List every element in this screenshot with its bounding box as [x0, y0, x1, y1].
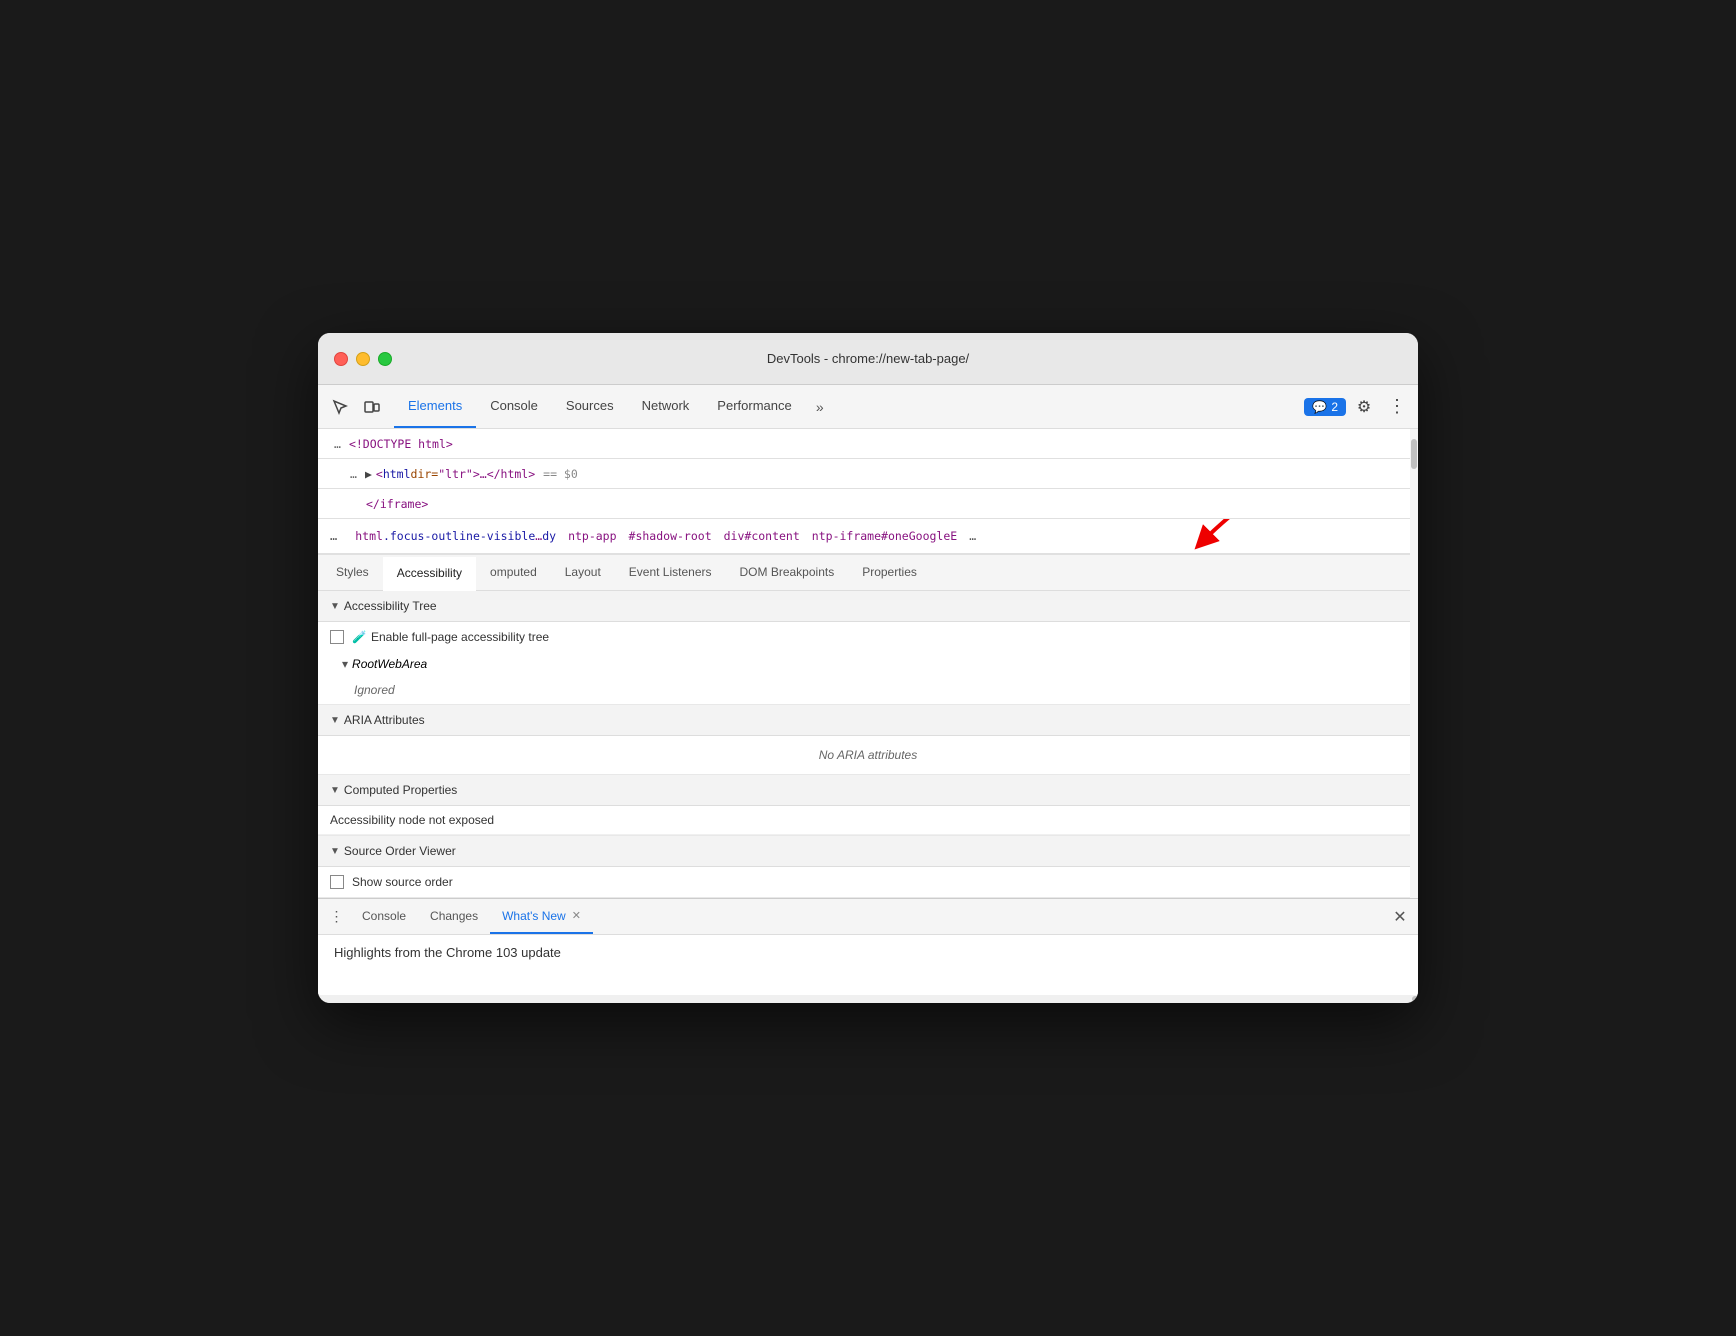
drawer-tab-whats-new[interactable]: What's New ✕ [490, 899, 593, 934]
panel-tab-properties[interactable]: Properties [848, 555, 931, 590]
chat-icon: 💬 [1312, 400, 1327, 414]
breadcrumb-html[interactable]: html.focus-outline-visible…dy [351, 528, 560, 544]
tab-console[interactable]: Console [476, 385, 552, 428]
computed-properties-body: Accessibility node not exposed [318, 806, 1418, 836]
drawer-content: Highlights from the Chrome 103 update [318, 935, 1418, 995]
maximize-button[interactable] [378, 352, 392, 366]
doctype-text: <!DOCTYPE html> [349, 437, 453, 451]
line-dots-2[interactable]: … [350, 467, 357, 481]
enable-label: 🧪 Enable full-page accessibility tree [352, 630, 549, 644]
aria-attributes-body: No ARIA attributes [318, 736, 1418, 775]
more-tabs-button[interactable]: » [806, 393, 834, 421]
devtools-window: DevTools - chrome://new-tab-page/ Elemen… [318, 333, 1418, 1003]
drawer-tab-changes[interactable]: Changes [418, 899, 490, 934]
tree-expand-icon[interactable]: ▼ [330, 601, 340, 612]
drawer-tabs-bar: ⋮ Console Changes What's New ✕ ✕ [318, 899, 1418, 935]
show-source-order-row: Show source order [318, 867, 1418, 897]
enable-full-page-checkbox[interactable] [330, 630, 344, 644]
settings-button[interactable]: ⚙ [1350, 393, 1378, 421]
source-order-body: Show source order [318, 867, 1418, 898]
root-web-area-item: ▾ RootWebArea [318, 652, 1418, 676]
tab-elements[interactable]: Elements [394, 385, 476, 428]
tab-sources[interactable]: Sources [552, 385, 628, 428]
panel-tab-computed[interactable]: omputed [476, 555, 551, 590]
chat-count: 2 [1331, 400, 1338, 414]
window-title: DevTools - chrome://new-tab-page/ [767, 351, 969, 366]
panel-tab-accessibility[interactable]: Accessibility [383, 557, 476, 591]
panel-tab-layout[interactable]: Layout [551, 555, 615, 590]
panel-tab-styles[interactable]: Styles [322, 555, 383, 590]
main-area: … <!DOCTYPE html> … ▶ <html dir="ltr" >…… [318, 429, 1418, 898]
computed-properties-header: ▼ Computed Properties [318, 775, 1418, 806]
no-aria-message: No ARIA attributes [318, 736, 1418, 774]
root-web-area-label: RootWebArea [352, 657, 427, 671]
html-tag-open: < [376, 467, 383, 481]
source-order-header: ▼ Source Order Viewer [318, 836, 1418, 867]
experiment-icon: 🧪 [352, 630, 367, 644]
tab-performance[interactable]: Performance [703, 385, 805, 428]
computed-expand-icon[interactable]: ▼ [330, 785, 340, 796]
aria-attributes-header: ▼ ARIA Attributes [318, 705, 1418, 736]
iframe-close-tag: </iframe> [366, 497, 428, 511]
ignored-row: Ignored [318, 676, 1418, 704]
panel-content: ▼ Accessibility Tree 🧪 Enable full-page … [318, 591, 1418, 898]
top-left-icons [326, 393, 386, 421]
drawer-tab-console[interactable]: Console [350, 899, 418, 934]
chat-badge[interactable]: 💬 2 [1304, 398, 1346, 416]
doctype-line: … <!DOCTYPE html> [318, 429, 1418, 459]
iframe-line: </iframe> [318, 489, 1418, 519]
top-tabs: Elements Console Sources Network Perform… [394, 385, 1304, 428]
minimize-button[interactable] [356, 352, 370, 366]
computed-message: Accessibility node not exposed [318, 806, 1418, 835]
show-source-order-label: Show source order [352, 875, 453, 889]
breadcrumb-shadow-root[interactable]: #shadow-root [625, 528, 716, 544]
breadcrumb-ntp-iframe[interactable]: ntp-iframe#oneGoogleE [808, 528, 961, 544]
source-order-expand-icon[interactable]: ▼ [330, 846, 340, 857]
show-source-order-checkbox[interactable] [330, 875, 344, 889]
breadcrumb-bar: … html.focus-outline-visible…dy ntp-app … [318, 519, 1418, 555]
drawer-tab-close-icon[interactable]: ✕ [572, 909, 581, 922]
title-bar: DevTools - chrome://new-tab-page/ [318, 333, 1418, 385]
breadcrumb-more[interactable]: … [965, 528, 980, 544]
breadcrumb-dots[interactable]: … [326, 528, 341, 544]
dollar-zero: == $0 [543, 467, 578, 481]
breadcrumb-div-content[interactable]: div#content [720, 528, 804, 544]
line-dots-1[interactable]: … [334, 437, 341, 451]
drawer-menu-button[interactable]: ⋮ [322, 903, 350, 931]
more-options-button[interactable]: ⋮ [1382, 393, 1410, 421]
bottom-drawer: ⋮ Console Changes What's New ✕ ✕ Highlig… [318, 898, 1418, 995]
scrollbar-thumb[interactable] [1411, 439, 1417, 469]
aria-expand-icon[interactable]: ▼ [330, 715, 340, 726]
top-tabs-right: 💬 2 ⚙ ⋮ [1304, 393, 1410, 421]
tab-network[interactable]: Network [628, 385, 704, 428]
inspector-icon[interactable] [326, 393, 354, 421]
enable-full-page-row: 🧪 Enable full-page accessibility tree [318, 622, 1418, 652]
bottom-scrollbar-thumb[interactable] [1412, 996, 1418, 1002]
accessibility-tree-header: ▼ Accessibility Tree [318, 591, 1418, 622]
drawer-close-button[interactable]: ✕ [1386, 903, 1414, 931]
bottom-scrollbar-track [318, 995, 1418, 1003]
drawer-content-text: Highlights from the Chrome 103 update [334, 945, 561, 960]
html-expand-icon[interactable]: ▶ [365, 467, 372, 481]
traffic-lights [334, 352, 392, 366]
root-expand-icon[interactable]: ▾ [342, 657, 348, 671]
breadcrumb-ntp-app[interactable]: ntp-app [564, 528, 620, 544]
device-mode-icon[interactable] [358, 393, 386, 421]
html-line: … ▶ <html dir="ltr" >…</html> == $0 [318, 459, 1418, 489]
panel-tabs: Styles Accessibility omputed Layout Even… [318, 555, 1418, 591]
panel-tab-dom-breakpoints[interactable]: DOM Breakpoints [726, 555, 849, 590]
scrollbar-track [1410, 429, 1418, 898]
panel-tab-event-listeners[interactable]: Event Listeners [615, 555, 726, 590]
close-button[interactable] [334, 352, 348, 366]
accessibility-tree-body: 🧪 Enable full-page accessibility tree ▾ … [318, 622, 1418, 705]
top-tabs-bar: Elements Console Sources Network Perform… [318, 385, 1418, 429]
